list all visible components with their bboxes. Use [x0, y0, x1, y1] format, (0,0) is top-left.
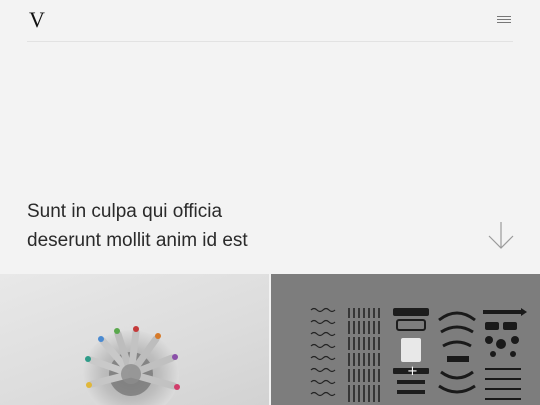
menu-bar	[497, 16, 511, 17]
arrow-down-icon[interactable]	[487, 221, 515, 251]
hamburger-menu-icon[interactable]	[497, 14, 513, 26]
gallery-tile-pencils[interactable]	[0, 274, 269, 405]
typewriter-parts-image	[310, 307, 527, 402]
hero-headline: Sunt in culpa qui officia deserunt molli…	[27, 197, 447, 255]
menu-bar	[497, 22, 511, 23]
pencils-image	[83, 326, 180, 405]
site-header: V	[27, 0, 513, 42]
hero-line-1: Sunt in culpa qui officia	[27, 201, 223, 222]
site-logo[interactable]: V	[29, 9, 45, 31]
hero-line-2: deserunt mollit anim id est	[27, 230, 248, 251]
gallery-tile-typewriter[interactable]: +	[271, 274, 540, 405]
menu-bar	[497, 19, 511, 20]
plus-icon[interactable]: +	[407, 365, 418, 378]
image-gallery: +	[0, 274, 540, 405]
